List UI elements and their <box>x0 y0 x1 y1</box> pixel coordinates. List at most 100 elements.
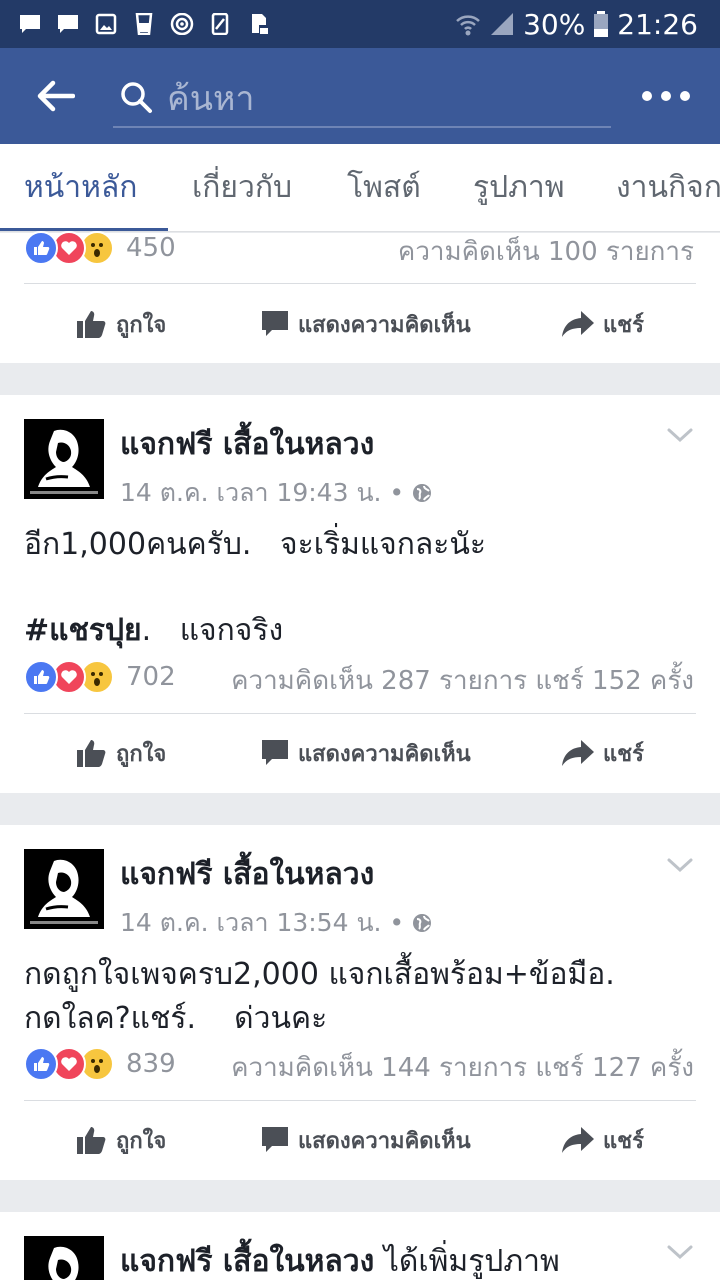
comment-button[interactable]: แสดงความคิดเห็น <box>260 1100 471 1180</box>
dot-icon <box>642 91 652 101</box>
share-button[interactable]: แชร์ <box>561 1100 644 1180</box>
post-actions: ถูกใจ แสดงความคิดเห็น แชร์ <box>0 713 720 793</box>
post-timestamp[interactable]: 14 ต.ค. เวลา 13:54 น. • <box>120 903 432 943</box>
reaction-count: 450 <box>126 233 176 263</box>
target-icon <box>170 13 194 35</box>
post-text-line: อีก1,000คนครับ. จะเริ่มแจกละนัะ <box>24 527 487 562</box>
post-actions: ถูกใจ แสดงความคิดเห็น แชร์ <box>0 1100 720 1180</box>
post-body-line2: กดใลค?แชร์. ด่วนคะ <box>24 997 696 1041</box>
page-name-line: แจกฟรี เสื้อในหลวง ได้เพิ่มรูปภาพ <box>120 1238 560 1280</box>
tab-photos[interactable]: รูปภาพ <box>473 144 565 231</box>
sd-card-lock-icon <box>252 14 269 34</box>
thumbs-up-icon <box>77 311 106 338</box>
wifi-icon <box>456 15 480 36</box>
tab-home[interactable]: หน้าหลัก <box>24 144 137 231</box>
more-options-button[interactable] <box>642 78 690 114</box>
page-name[interactable]: แจกฟรี เสื้อในหลวง <box>120 421 374 468</box>
post-body: อีก1,000คนครับ. จะเริ่มแจกละนัะ <box>24 523 696 567</box>
page-avatar[interactable] <box>24 849 104 929</box>
reaction-summary[interactable]: 450 <box>24 228 176 268</box>
globe-icon <box>413 914 432 932</box>
comment-label: แสดงความคิดเห็น <box>298 1128 471 1154</box>
reaction-count: 702 <box>126 662 176 692</box>
like-label: ถูกใจ <box>116 312 167 338</box>
back-button[interactable] <box>16 48 96 144</box>
portrait-image <box>24 1236 104 1280</box>
comment-icon <box>262 311 288 336</box>
post-card: แจกฟรี เสื้อในหลวง 14 ต.ค. เวลา 13:54 น.… <box>0 825 720 1180</box>
page-tabs: หน้าหลัก เกี่ยวกับ โพสต์ รูปภาพ งานกิจกร… <box>0 144 720 232</box>
dot-icon <box>661 91 671 101</box>
tab-posts[interactable]: โพสต์ <box>347 144 421 231</box>
share-label: แชร์ <box>603 1128 644 1154</box>
cup-icon <box>135 13 153 35</box>
post-card: แจกฟรี เสื้อในหลวง 14 ต.ค. เวลา 19:43 น.… <box>0 395 720 793</box>
search-input[interactable]: ค้นหา <box>167 71 255 125</box>
like-label: ถูกใจ <box>116 741 167 767</box>
globe-icon <box>413 484 432 502</box>
post-text-line: . แจกจริง <box>141 613 284 648</box>
message-icon <box>58 15 78 33</box>
tab-about[interactable]: เกี่ยวกับ <box>192 144 292 231</box>
comment-label: แสดงความคิดเห็น <box>298 741 471 767</box>
page-name[interactable]: แจกฟรี เสื้อในหลวง <box>120 851 374 898</box>
share-arrow-icon <box>562 740 594 766</box>
notification-icons <box>0 13 270 35</box>
search-icon <box>121 82 152 113</box>
tab-events[interactable]: งานกิจกรรม <box>616 144 720 231</box>
like-reaction-icon <box>24 231 58 265</box>
reaction-summary[interactable]: 839 <box>24 1044 176 1084</box>
image-icon <box>95 13 117 35</box>
reaction-summary[interactable]: 702 <box>24 657 176 697</box>
share-label: แชร์ <box>603 741 644 767</box>
post-header: แจกฟรี เสื้อในหลวง 14 ต.ค. เวลา 13:54 น.… <box>24 849 696 937</box>
comment-share-meta[interactable]: ความคิดเห็น 100 รายการ <box>398 231 694 272</box>
dot-icon <box>680 91 690 101</box>
chevron-down-icon[interactable] <box>666 1242 694 1262</box>
like-reaction-icon <box>24 660 58 694</box>
portrait-image <box>24 419 104 499</box>
system-status: 30% 21:26 <box>455 8 720 41</box>
timestamp-text: 14 ต.ค. เวลา 19:43 น. • <box>120 478 405 507</box>
battery-icon <box>594 11 609 37</box>
page-avatar[interactable] <box>24 1236 104 1280</box>
activity-text: ได้เพิ่มรูปภาพ <box>374 1244 560 1279</box>
portrait-image <box>24 849 104 929</box>
like-button[interactable]: ถูกใจ <box>76 284 166 364</box>
comment-icon <box>262 740 288 765</box>
post-timestamp[interactable]: 14 ต.ค. เวลา 19:43 น. • <box>120 473 432 513</box>
post-card-partial: 450 ความคิดเห็น 100 รายการ ถูกใจ แสดงควา… <box>0 231 720 364</box>
status-bar: 30% 21:26 <box>0 0 720 48</box>
post-actions: ถูกใจ แสดงความคิดเห็น แชร์ <box>0 284 720 364</box>
post-body: กดถูกใจเพจครบ2,000 แจกเสื้อพร้อม+ข้อมือ. <box>24 953 696 997</box>
app-bar: ค้นหา <box>0 48 720 144</box>
chevron-down-icon[interactable] <box>666 425 694 445</box>
comment-button[interactable]: แสดงความคิดเห็น <box>260 713 471 793</box>
message-icon <box>20 15 40 33</box>
post-text-line: กดใลค?แชร์. ด่วนคะ <box>24 1001 328 1036</box>
comment-share-meta[interactable]: ความคิดเห็น 287 รายการ แชร์ 152 ครั้ง <box>231 660 694 701</box>
comment-icon <box>262 1127 288 1152</box>
page-name[interactable]: แจกฟรี เสื้อในหลวง <box>120 1244 374 1279</box>
share-arrow-icon <box>562 1127 594 1153</box>
search-bar[interactable]: ค้นหา <box>113 70 611 128</box>
share-button[interactable]: แชร์ <box>561 713 644 793</box>
like-label: ถูกใจ <box>116 1128 167 1154</box>
post-text-line: กดถูกใจเพจครบ2,000 แจกเสื้อพร้อม+ข้อมือ. <box>24 957 615 992</box>
battery-percent: 30% <box>523 7 586 41</box>
hashtag-link[interactable]: #แชรปุย <box>24 613 142 648</box>
like-button[interactable]: ถูกใจ <box>76 1100 166 1180</box>
share-button[interactable]: แชร์ <box>561 284 644 364</box>
timestamp-text: 14 ต.ค. เวลา 13:54 น. • <box>120 908 405 937</box>
share-arrow-icon <box>562 311 594 337</box>
comment-share-meta[interactable]: ความคิดเห็น 144 รายการ แชร์ 127 ครั้ง <box>231 1047 694 1088</box>
comment-button[interactable]: แสดงความคิดเห็น <box>260 284 471 364</box>
phone-icon <box>211 13 229 35</box>
reaction-count: 839 <box>126 1049 176 1079</box>
like-reaction-icon <box>24 1047 58 1081</box>
chevron-down-icon[interactable] <box>666 855 694 875</box>
like-button[interactable]: ถูกใจ <box>76 713 166 793</box>
page-avatar[interactable] <box>24 419 104 499</box>
thumbs-up-icon <box>77 740 106 767</box>
clock: 21:26 <box>617 7 698 41</box>
